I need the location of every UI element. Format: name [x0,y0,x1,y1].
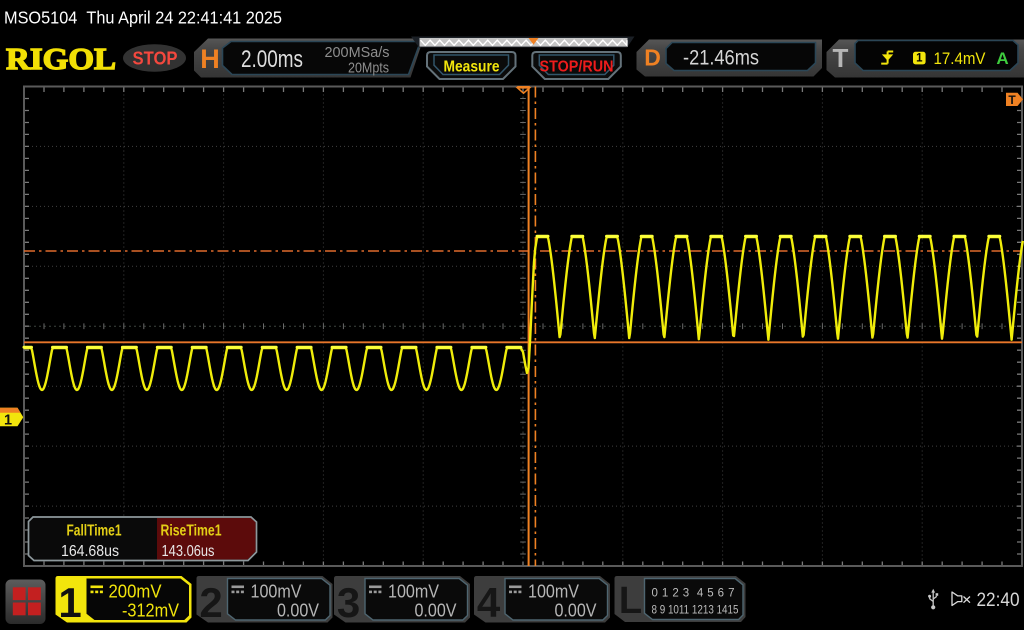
svg-text:200mV: 200mV [109,582,162,602]
svg-text:RIGOL: RIGOL [6,41,116,76]
svg-text:1: 1 [4,413,12,429]
svg-text:T: T [1008,93,1016,107]
svg-text:-312mV: -312mV [122,601,179,621]
svg-text:8 9 1011 1213 1415: 8 9 1011 1213 1415 [652,605,739,617]
svg-text:0.00V: 0.00V [555,601,597,621]
svg-text:-21.46ms: -21.46ms [683,47,759,70]
svg-text:H: H [200,44,220,74]
svg-text:2: 2 [199,579,222,626]
svg-text:100mV: 100mV [251,582,302,602]
svg-text:Measure: Measure [444,59,500,76]
svg-text:1: 1 [58,579,81,626]
svg-text:RiseTime1: RiseTime1 [161,523,222,540]
svg-text:0.00V: 0.00V [415,601,457,621]
svg-text:200MSa/s: 200MSa/s [325,44,390,61]
svg-text:FallTime1: FallTime1 [67,523,122,540]
svg-text:164.68us: 164.68us [61,543,119,560]
svg-text:MSO5104 Thu April 24 22:41:41: MSO5104 Thu April 24 22:41:41 2025 [4,8,282,28]
svg-text:0.00V: 0.00V [277,601,319,621]
svg-text:L: L [619,580,642,622]
svg-text:STOP: STOP [133,49,178,69]
svg-text:0 1 2 3 4 5 6 7: 0 1 2 3 4 5 6 7 [652,588,735,600]
svg-text:D: D [644,45,661,71]
svg-text:T: T [833,43,849,73]
svg-text:A: A [996,49,1008,68]
svg-text:2.00ms: 2.00ms [241,46,303,73]
svg-text:4: 4 [477,579,501,626]
svg-text:22:40: 22:40 [977,590,1020,611]
svg-text:143.06us: 143.06us [162,543,215,560]
svg-text:17.4mV: 17.4mV [934,50,986,68]
svg-text:STOP/RUN: STOP/RUN [540,59,614,76]
svg-text:100mV: 100mV [528,582,579,602]
svg-text:20Mpts: 20Mpts [348,60,389,77]
svg-text:3: 3 [337,579,360,626]
svg-text:1: 1 [916,53,923,65]
svg-text:100mV: 100mV [388,582,439,602]
